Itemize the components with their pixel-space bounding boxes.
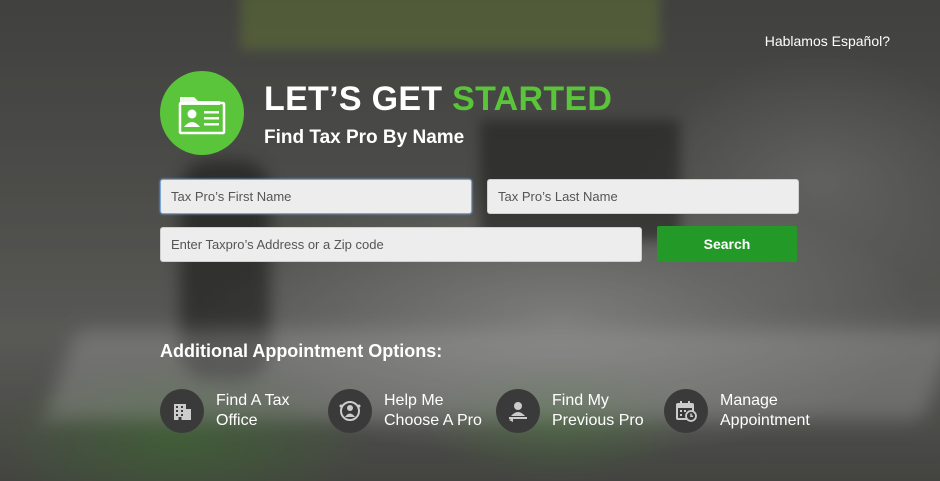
option-manage-appointment[interactable]: Manage Appointment <box>664 389 830 433</box>
last-name-input[interactable] <box>487 179 799 214</box>
search-button[interactable]: Search <box>657 226 797 262</box>
tax-pro-badge-icon <box>160 71 244 155</box>
first-name-input[interactable] <box>160 179 472 214</box>
calendar-clock-icon <box>664 389 708 433</box>
page-title-part1: LET’S GET <box>264 80 443 118</box>
address-zip-input[interactable] <box>160 227 642 262</box>
page-title-highlight: STARTED <box>452 80 613 118</box>
option-label: Find A Tax Office <box>216 392 290 429</box>
language-link[interactable]: Hablamos Español? <box>765 33 890 49</box>
building-icon <box>160 389 204 433</box>
page-title: LET’S GET STARTED <box>264 80 612 119</box>
option-label: Find My Previous Pro <box>552 392 644 429</box>
option-help-choose-pro[interactable]: Help Me Choose A Pro <box>328 389 494 433</box>
option-find-tax-office[interactable]: Find A Tax Office <box>160 389 326 433</box>
option-find-previous-pro[interactable]: Find My Previous Pro <box>496 389 662 433</box>
page-subtitle: Find Tax Pro By Name <box>264 127 465 148</box>
person-help-icon <box>328 389 372 433</box>
option-label: Manage Appointment <box>720 392 810 429</box>
person-search-icon <box>496 389 540 433</box>
option-label: Help Me Choose A Pro <box>384 392 482 429</box>
options-title: Additional Appointment Options: <box>160 341 443 361</box>
